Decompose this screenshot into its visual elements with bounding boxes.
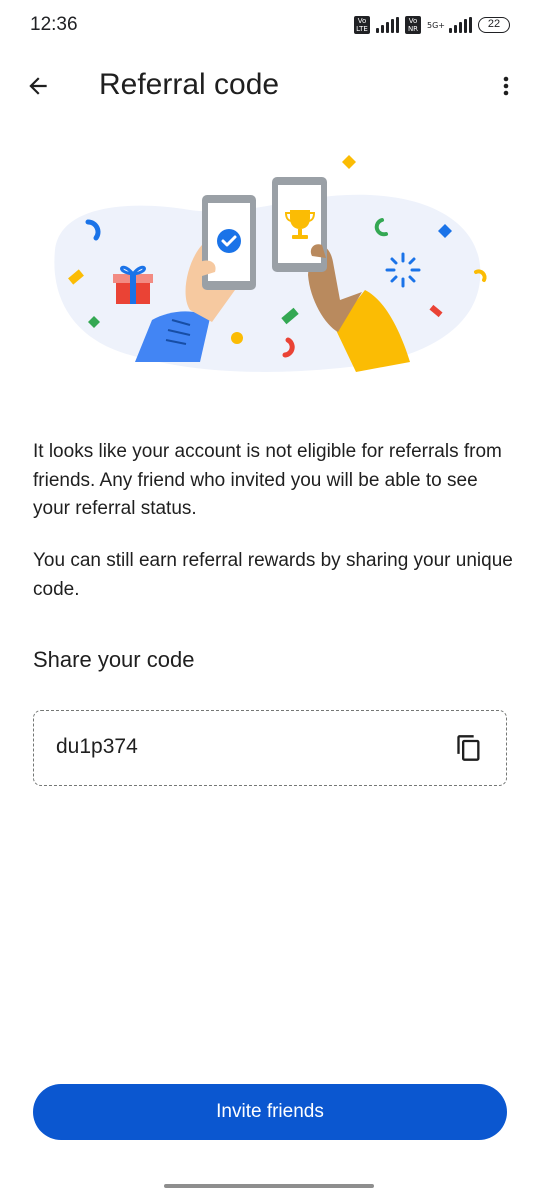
- battery-icon: 22: [478, 17, 510, 33]
- more-vert-icon: [503, 76, 509, 96]
- page-title: Referral code: [99, 68, 280, 101]
- home-indicator[interactable]: [164, 1184, 374, 1188]
- eligibility-message: It looks like your account is not eligib…: [33, 441, 502, 519]
- 5g-icon: 5G+: [427, 20, 445, 30]
- rewards-message: You can still earn referral rewards by s…: [33, 550, 513, 600]
- phone-right: [272, 177, 327, 272]
- back-button[interactable]: [18, 66, 58, 106]
- referral-code-value: du1p374: [56, 735, 138, 758]
- vonr-icon: Vo NR: [405, 16, 421, 34]
- signal-icon-2: [449, 17, 472, 33]
- copy-code-button[interactable]: [452, 731, 486, 765]
- volte-icon: Vo LTE: [354, 16, 370, 34]
- confetti: [342, 155, 356, 169]
- status-icons: Vo LTE Vo NR 5G+ 22: [354, 14, 510, 36]
- signal-icon: [376, 17, 399, 33]
- status-bar: 12:36 Vo LTE Vo NR 5G+ 22: [0, 0, 540, 52]
- more-options-button[interactable]: [486, 66, 526, 106]
- invite-friends-button[interactable]: Invite friends: [33, 1084, 507, 1140]
- share-code-heading: Share your code: [33, 647, 195, 672]
- trophy-icon: [290, 210, 310, 229]
- phone-left: [202, 195, 256, 290]
- status-time: 12:36: [30, 14, 78, 35]
- referral-code-field: du1p374: [33, 710, 507, 786]
- app-bar: Referral code: [0, 52, 540, 118]
- confetti: [231, 332, 243, 344]
- referral-illustration: [54, 155, 487, 372]
- arrow-back-icon: [29, 77, 47, 95]
- copy-icon: [457, 735, 480, 761]
